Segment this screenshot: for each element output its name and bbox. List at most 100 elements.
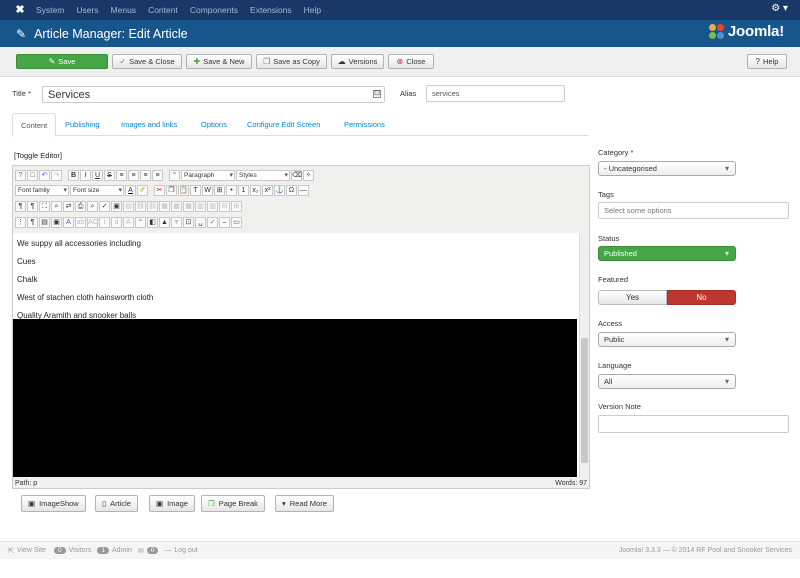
underline-icon[interactable]: U bbox=[92, 169, 103, 181]
search-icon[interactable]: ⌕ bbox=[51, 200, 62, 212]
paste-icon[interactable]: 📋 bbox=[178, 184, 189, 196]
horizontal-rule-icon[interactable]: — bbox=[298, 184, 309, 196]
save-new-button[interactable]: ✚ Save & New bbox=[186, 54, 252, 69]
merge-cells-icon[interactable]: ⊞ bbox=[231, 200, 242, 212]
joomla-logo-icon[interactable]: ✖ bbox=[14, 4, 26, 16]
unlink-icon[interactable]: ⛓ bbox=[147, 200, 158, 212]
layer-icon[interactable]: ◧ bbox=[147, 216, 158, 228]
superscript-icon[interactable]: x² bbox=[262, 184, 273, 196]
editor-scrollbar[interactable] bbox=[579, 233, 589, 477]
category-select[interactable]: - Uncategorised bbox=[598, 161, 736, 176]
cell-props-icon[interactable]: ▦ bbox=[183, 200, 194, 212]
template-icon[interactable]: ▤ bbox=[39, 216, 50, 228]
access-select[interactable]: Public bbox=[598, 332, 736, 347]
read-more-button[interactable]: ▾ Read More bbox=[275, 495, 334, 512]
paste-word-icon[interactable]: W bbox=[202, 184, 213, 196]
subscript-icon[interactable]: x₂ bbox=[250, 184, 261, 196]
styles-select[interactable]: Styles bbox=[236, 169, 290, 181]
font-family-select[interactable]: Font family bbox=[15, 184, 69, 196]
anchor-icon[interactable]: ⚓ bbox=[274, 184, 285, 196]
text-color-icon[interactable]: A bbox=[125, 184, 136, 196]
menu-help[interactable]: Help bbox=[304, 5, 321, 15]
align-center-icon[interactable]: ≡ bbox=[128, 169, 139, 181]
status-select[interactable]: Published bbox=[598, 246, 736, 261]
editor-content-area[interactable]: We suppy all accessories including Cues … bbox=[13, 233, 579, 477]
view-site-link[interactable]: View Site bbox=[17, 547, 46, 554]
article-button[interactable]: ▯ Article bbox=[95, 495, 138, 512]
spellcheck-icon[interactable]: ✓ bbox=[99, 200, 110, 212]
insert-image-icon[interactable]: ▣ bbox=[111, 200, 122, 212]
menu-components[interactable]: Components bbox=[190, 5, 238, 15]
menu-system[interactable]: System bbox=[36, 5, 64, 15]
featured-yes-button[interactable]: Yes bbox=[598, 290, 667, 305]
move-forward-icon[interactable]: ▲ bbox=[159, 216, 170, 228]
lock-icon[interactable]: ⊡ bbox=[373, 90, 381, 98]
title-field[interactable]: Services ⊡ bbox=[42, 86, 385, 103]
strikethrough-icon[interactable]: S bbox=[104, 169, 115, 181]
insert-col-icon[interactable]: ▥ bbox=[195, 200, 206, 212]
select-all-icon[interactable]: ⊞ bbox=[214, 184, 225, 196]
visual-aid-icon[interactable]: ⋮ bbox=[15, 216, 26, 228]
row-props-icon[interactable]: ▦ bbox=[171, 200, 182, 212]
cut-icon[interactable]: ✂ bbox=[154, 184, 165, 196]
tab-publishing[interactable]: Publishing bbox=[57, 113, 108, 136]
copy-icon[interactable]: ❐ bbox=[166, 184, 177, 196]
new-document-icon[interactable]: □ bbox=[27, 169, 38, 181]
ins-icon[interactable]: i bbox=[99, 216, 110, 228]
tags-input[interactable]: Select some options bbox=[598, 202, 789, 219]
link-icon[interactable]: ⛓ bbox=[135, 200, 146, 212]
fullscreen-icon[interactable]: ⛶ bbox=[39, 200, 50, 212]
logout-link[interactable]: Log out bbox=[174, 547, 197, 554]
blockquote-icon[interactable]: “ bbox=[169, 169, 180, 181]
numbered-list-icon[interactable]: 1 bbox=[238, 184, 249, 196]
edit-image-icon[interactable]: ▤ bbox=[123, 200, 134, 212]
acronym-icon[interactable]: AC bbox=[87, 216, 98, 228]
bold-icon[interactable]: B bbox=[68, 169, 79, 181]
redo-icon[interactable]: ↷ bbox=[51, 169, 62, 181]
tab-content[interactable]: Content bbox=[12, 113, 57, 137]
help-icon[interactable]: ? bbox=[15, 169, 26, 181]
delete-col-icon[interactable]: ▥ bbox=[207, 200, 218, 212]
preview-icon[interactable]: ▭ bbox=[231, 216, 242, 228]
replace-icon[interactable]: ⇄ bbox=[63, 200, 74, 212]
ltr-icon[interactable]: ¶ bbox=[15, 200, 26, 212]
abc-spellcheck-icon[interactable]: ✓ bbox=[207, 216, 218, 228]
save-button[interactable]: ✎ Save bbox=[16, 54, 108, 69]
absolute-icon[interactable]: ⊡ bbox=[183, 216, 194, 228]
imageshow-button[interactable]: ▣ ImageShow bbox=[21, 495, 86, 512]
style-icon[interactable]: A bbox=[63, 216, 74, 228]
cite-icon[interactable]: “ bbox=[135, 216, 146, 228]
page-break-button[interactable]: ❐ Page Break bbox=[201, 495, 265, 512]
move-backward-icon[interactable]: ▼ bbox=[171, 216, 182, 228]
featured-no-button[interactable]: No bbox=[667, 290, 736, 305]
language-select[interactable]: All bbox=[598, 374, 736, 389]
find-icon[interactable]: ⌕ bbox=[87, 200, 98, 212]
align-left-icon[interactable]: ≡ bbox=[116, 169, 127, 181]
page-break-icon[interactable]: ⎯ bbox=[219, 216, 230, 228]
rtl-icon[interactable]: ¶ bbox=[27, 200, 38, 212]
print-icon[interactable]: ⎙ bbox=[75, 200, 86, 212]
font-size-select[interactable]: Font size bbox=[70, 184, 124, 196]
italic-icon[interactable]: I bbox=[80, 169, 91, 181]
tab-permissions[interactable]: Permissions bbox=[336, 113, 393, 136]
tab-configure-edit-screen[interactable]: Configure Edit Screen bbox=[239, 113, 328, 136]
close-button[interactable]: ⊗ Close bbox=[388, 54, 434, 69]
alias-field[interactable]: services bbox=[426, 85, 565, 102]
bullet-list-icon[interactable]: • bbox=[226, 184, 237, 196]
align-right-icon[interactable]: ≡ bbox=[140, 169, 151, 181]
save-close-button[interactable]: ✓ Save & Close bbox=[112, 54, 182, 69]
save-copy-button[interactable]: ❐ Save as Copy bbox=[256, 54, 327, 69]
menu-menus[interactable]: Menus bbox=[111, 5, 137, 15]
undo-icon[interactable]: ↶ bbox=[39, 169, 50, 181]
tab-images-links[interactable]: Images and links bbox=[113, 113, 185, 136]
toggle-editor-link[interactable]: [Toggle Editor] bbox=[14, 151, 62, 160]
nonbreaking-icon[interactable]: ␣ bbox=[195, 216, 206, 228]
tab-options[interactable]: Options bbox=[193, 113, 235, 136]
abbr-icon[interactable]: ab bbox=[75, 216, 86, 228]
eraser-icon[interactable]: ⌫ bbox=[291, 169, 302, 181]
image-button[interactable]: ▣ Image bbox=[149, 495, 195, 512]
menu-users[interactable]: Users bbox=[76, 5, 98, 15]
split-cells-icon[interactable]: ⊟ bbox=[219, 200, 230, 212]
align-justify-icon[interactable]: ≡ bbox=[152, 169, 163, 181]
del-icon[interactable]: d bbox=[111, 216, 122, 228]
